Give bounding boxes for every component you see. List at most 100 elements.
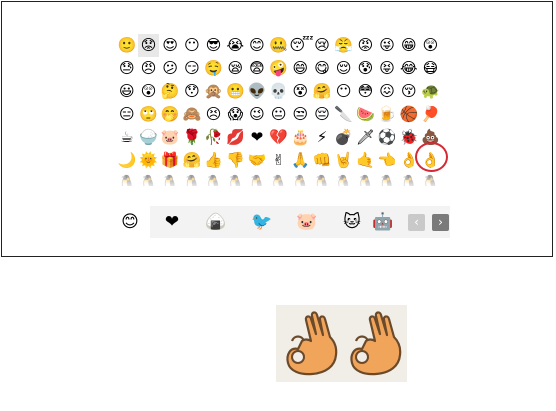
emoji-cell[interactable]: 😶 — [333, 80, 355, 103]
emoji-cell[interactable]: 😕 — [159, 57, 181, 80]
emoji-cell[interactable]: ❤ — [246, 126, 268, 149]
emoji-cell[interactable]: 😴 — [290, 34, 314, 57]
emoji-cell[interactable]: 🐧 — [159, 172, 181, 186]
emoji-cell[interactable]: 🌞 — [138, 149, 160, 172]
emoji-cell[interactable]: 😰 — [355, 57, 377, 80]
emoji-cell[interactable]: 😟 — [137, 34, 160, 57]
emoji-cell[interactable]: 🐧 — [311, 172, 333, 186]
emoji-cell[interactable]: 🙄 — [138, 103, 160, 126]
emoji-cell[interactable]: 🎁 — [159, 149, 181, 172]
emoji-cell[interactable]: 😪 — [224, 57, 246, 80]
emoji-cell[interactable]: 😠 — [138, 57, 160, 80]
emoji-cell[interactable]: 🤭 — [159, 103, 181, 126]
emoji-cell[interactable]: 🔪 — [333, 103, 355, 126]
emoji-cell[interactable]: 😶 — [181, 34, 203, 57]
emoji-cell[interactable]: 🤗 — [181, 149, 203, 172]
emoji-cell[interactable]: 😃 — [116, 80, 138, 103]
emoji-cell[interactable]: 🤝 — [246, 149, 268, 172]
emoji-cell[interactable]: 😄 — [290, 57, 312, 80]
emoji-cell[interactable]: 🤙 — [355, 149, 377, 172]
tab-sticker-pack-3[interactable]: 🐷 — [287, 206, 327, 238]
emoji-cell[interactable]: 🐧 — [420, 172, 442, 186]
emoji-cell[interactable]: 🐧 — [116, 172, 138, 186]
tab-default-emoji[interactable]: 😊 — [110, 206, 150, 238]
emoji-cell[interactable]: 🌙 — [116, 149, 138, 172]
emoji-cell[interactable]: 💋 — [224, 126, 246, 149]
emoji-cell[interactable]: 🙈 — [181, 103, 203, 126]
emoji-cell[interactable]: 🤪 — [268, 57, 290, 80]
emoji-cell[interactable]: 😬 — [224, 80, 246, 103]
tab-sticker-pack-5[interactable]: 🤖 — [368, 206, 398, 238]
emoji-cell[interactable]: 😲 — [420, 34, 442, 57]
tab-sticker-pack-1[interactable]: 🍙 — [196, 206, 236, 238]
emoji-cell[interactable]: 🙂 — [116, 34, 138, 57]
emoji-cell[interactable]: 😏 — [181, 57, 203, 80]
emoji-cell[interactable]: 🤘 — [333, 149, 355, 172]
emoji-cell[interactable]: 🍚 — [138, 126, 160, 149]
emoji-cell[interactable]: 🤗 — [311, 80, 333, 103]
emoji-cell[interactable]: 😡 — [355, 34, 377, 57]
emoji-cell[interactable]: 💀 — [268, 80, 290, 103]
emoji-cell[interactable]: 🐧 — [203, 172, 225, 186]
emoji-cell[interactable]: 😂 — [398, 57, 420, 80]
emoji-cell[interactable]: 😒 — [290, 103, 312, 126]
emoji-cell[interactable]: 😲 — [138, 80, 160, 103]
emoji-cell[interactable]: 🍺 — [376, 103, 398, 126]
emoji-cell[interactable]: 🥀 — [203, 126, 225, 149]
emoji-cell[interactable]: 🙊 — [203, 80, 225, 103]
tab-favorites[interactable]: ❤ — [152, 206, 192, 238]
emoji-cell[interactable]: 🐧 — [376, 172, 398, 186]
emoji-cell[interactable]: 😑 — [116, 103, 138, 126]
emoji-cell[interactable]: 🐧 — [333, 172, 355, 186]
emoji-cell[interactable]: 🐧 — [290, 172, 312, 186]
emoji-cell[interactable]: 👈 — [376, 149, 398, 172]
emoji-cell[interactable]: 😁 — [398, 34, 420, 57]
emoji-cell[interactable]: 🏓 — [420, 103, 442, 126]
emoji-cell[interactable]: 🗡 — [355, 126, 377, 149]
emoji-cell[interactable]: 🐧 — [398, 172, 420, 186]
next-page-button[interactable]: › — [432, 214, 449, 231]
emoji-cell[interactable]: 👊 — [311, 149, 333, 172]
emoji-cell[interactable]: 👎 — [224, 149, 246, 172]
emoji-cell[interactable]: 😱 — [224, 103, 246, 126]
emoji-cell[interactable]: 🐷 — [159, 126, 181, 149]
emoji-cell[interactable]: 🐧 — [224, 172, 246, 186]
emoji-cell[interactable]: ✌ — [268, 149, 290, 172]
tab-sticker-pack-2[interactable]: 🐦 — [242, 206, 282, 238]
emoji-cell[interactable]: 😳 — [355, 80, 377, 103]
emoji-cell[interactable]: 💔 — [268, 126, 290, 149]
emoji-cell[interactable]: 😖 — [376, 80, 398, 103]
emoji-cell[interactable]: 🐧 — [181, 172, 203, 186]
emoji-cell[interactable]: 🤤 — [203, 57, 225, 80]
emoji-cell[interactable]: 😋 — [311, 57, 333, 80]
emoji-cell[interactable]: 🐞 — [398, 126, 420, 149]
emoji-cell[interactable]: 😭 — [224, 34, 246, 57]
prev-page-button[interactable]: ‹ — [408, 214, 425, 231]
emoji-cell[interactable]: 😣 — [203, 103, 225, 126]
emoji-cell[interactable]: 🐧 — [138, 172, 160, 186]
emoji-cell[interactable]: 👌 — [420, 149, 442, 172]
emoji-cell[interactable]: 👌 — [398, 149, 420, 172]
emoji-cell[interactable]: 😯 — [181, 80, 203, 103]
emoji-cell[interactable]: 🌹 — [181, 126, 203, 149]
emoji-cell[interactable]: 👍 — [203, 149, 225, 172]
emoji-cell[interactable]: 😔 — [311, 103, 333, 126]
emoji-cell[interactable]: 😍 — [159, 34, 181, 57]
emoji-cell[interactable]: 🏀 — [398, 103, 420, 126]
emoji-cell[interactable]: 🐧 — [355, 172, 377, 186]
emoji-cell[interactable]: 😓 — [116, 57, 138, 80]
emoji-cell[interactable]: 😜 — [376, 34, 398, 57]
emoji-cell[interactable]: 😚 — [398, 80, 420, 103]
emoji-cell[interactable]: 😉 — [246, 103, 268, 126]
emoji-cell[interactable]: 🤔 — [159, 80, 181, 103]
emoji-cell[interactable]: 😵 — [290, 80, 312, 103]
emoji-cell[interactable]: 😷 — [420, 57, 442, 80]
emoji-cell[interactable]: 💣 — [333, 126, 355, 149]
emoji-cell[interactable]: ⚡ — [311, 126, 333, 149]
emoji-cell[interactable]: 😨 — [246, 57, 268, 80]
emoji-cell[interactable]: 😎 — [203, 34, 225, 57]
emoji-cell[interactable]: 💩 — [420, 126, 442, 149]
emoji-cell[interactable]: 🙏 — [290, 149, 312, 172]
emoji-cell[interactable]: 👽 — [246, 80, 268, 103]
emoji-cell[interactable]: 🐧 — [268, 172, 290, 186]
